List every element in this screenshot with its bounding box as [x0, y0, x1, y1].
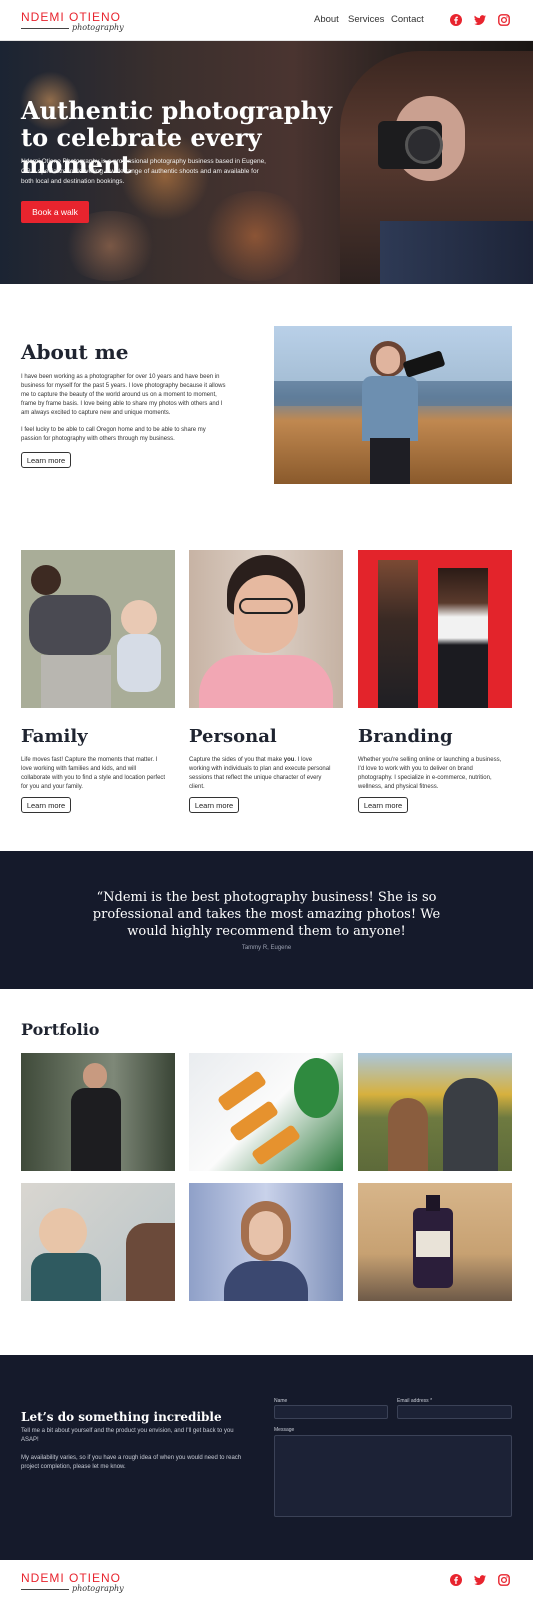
footer-logo-subtitle: photography: [72, 1584, 124, 1593]
nav-about[interactable]: About: [314, 14, 339, 25]
branding-photo-person-left: [378, 560, 418, 708]
portfolio-bottle: [250, 1124, 302, 1166]
twitter-icon[interactable]: [474, 14, 486, 26]
logo-subtitle: photography: [72, 23, 124, 32]
portfolio-title: Portfolio: [21, 1020, 100, 1039]
portfolio-bottle: [228, 1100, 280, 1142]
site-footer: NDEMI OTIENO photography: [0, 1560, 533, 1600]
testimonial-section: “Ndemi is the best photography business!…: [0, 851, 533, 989]
portfolio-photo-woman-face: [249, 1211, 283, 1255]
family-photo-baby: [121, 600, 157, 636]
portfolio-photo-parent: [126, 1223, 175, 1301]
contact-title: Let’s do something incredible: [21, 1410, 222, 1424]
personal-learn-more-button[interactable]: Learn more: [189, 797, 239, 813]
about-title: About me: [21, 340, 129, 364]
facebook-icon[interactable]: [450, 1574, 462, 1586]
name-label: Name: [274, 1398, 288, 1404]
service-text-personal: Capture the sides of you that make you. …: [189, 756, 334, 792]
footer-logo-underline: [21, 1589, 69, 1590]
portfolio-photo-baby[interactable]: [21, 1183, 175, 1301]
portfolio-photo-forest-jacket: [71, 1088, 121, 1171]
branding-photo: [358, 550, 512, 708]
testimonial-author: Tammy R, Eugene: [241, 945, 292, 951]
hero-description: Ndemi Otieno Photography is a profession…: [21, 158, 266, 185]
logo-underline: [21, 28, 69, 29]
message-field[interactable]: [274, 1435, 512, 1517]
portfolio-leaves: [294, 1058, 339, 1118]
about-photo-jeans: [370, 438, 410, 484]
branding-learn-more-button[interactable]: Learn more: [358, 797, 408, 813]
camera-icon: [402, 350, 446, 378]
footer-logo-name[interactable]: NDEMI OTIENO: [21, 1571, 121, 1585]
logo-name[interactable]: NDEMI OTIENO: [21, 10, 121, 24]
about-photo-jacket: [362, 376, 418, 441]
portfolio-photo-forest-face: [83, 1063, 107, 1089]
email-label: Email address *: [397, 1398, 433, 1404]
about-paragraph-1: I have been working as a photographer fo…: [21, 374, 226, 416]
about-learn-more-button[interactable]: Learn more: [21, 452, 71, 468]
portfolio-photo-woman[interactable]: [189, 1183, 343, 1301]
portfolio-photo-baby-shirt: [31, 1253, 101, 1301]
contact-text-1: Tell me a bit about yourself and the pro…: [21, 1428, 234, 1443]
email-field[interactable]: [397, 1405, 512, 1419]
portfolio-photo-bottle-cap: [426, 1195, 440, 1211]
portfolio-photo-child: [388, 1098, 428, 1171]
portfolio-bottle: [216, 1070, 268, 1112]
service-text-family: Life moves fast! Capture the moments tha…: [21, 757, 166, 790]
service-title-branding: Branding: [358, 726, 453, 747]
portfolio-photo-baby-face: [39, 1208, 87, 1256]
personal-photo: [189, 550, 343, 708]
family-photo-head: [31, 565, 61, 595]
twitter-icon[interactable]: [474, 1574, 486, 1586]
portfolio-photo-bottle-label: [416, 1231, 450, 1257]
nav-contact[interactable]: Contact: [391, 14, 424, 25]
about-photo: [274, 326, 512, 484]
family-learn-more-button[interactable]: Learn more: [21, 797, 71, 813]
message-label: Message: [274, 1427, 295, 1433]
portfolio-photo-bottles[interactable]: [189, 1053, 343, 1171]
hero-section: Authentic photography to celebrate every…: [0, 41, 533, 284]
facebook-icon[interactable]: [450, 14, 462, 26]
family-photo-sweater: [29, 595, 111, 655]
personal-photo-jacket: [199, 655, 333, 708]
service-text-personal-bold: you: [283, 757, 295, 763]
hero-title-line1: Authentic photography: [21, 96, 332, 125]
name-field[interactable]: [274, 1405, 388, 1419]
portfolio-photo-adult: [443, 1078, 498, 1171]
about-paragraph-2: I feel lucky to be able to call Oregon h…: [21, 427, 206, 442]
family-photo-pants: [41, 655, 111, 708]
site-header: NDEMI OTIENO photography About Services …: [0, 0, 533, 41]
instagram-icon[interactable]: [498, 14, 510, 26]
personal-photo-face: [234, 575, 298, 653]
portfolio-photo-sunflowers[interactable]: [358, 1053, 512, 1171]
portfolio-photo-forest[interactable]: [21, 1053, 175, 1171]
family-photo-baby-clothes: [117, 634, 161, 692]
service-text-branding: Whether you're selling online or launchi…: [358, 757, 502, 790]
book-walk-button[interactable]: Book a walk: [21, 201, 89, 223]
contact-section: Let’s do something incredible Tell me a …: [0, 1355, 533, 1560]
portfolio-photo-bottle[interactable]: [358, 1183, 512, 1301]
instagram-icon[interactable]: [498, 1574, 510, 1586]
glasses-icon: [239, 598, 293, 614]
contact-text-2: My availability varies, so if you have a…: [21, 1455, 242, 1470]
camera-lens: [405, 126, 443, 164]
nav-services[interactable]: Services: [348, 14, 384, 25]
hero-photographer-shirt: [380, 221, 533, 284]
branding-photo-person-right: [438, 568, 488, 708]
service-title-family: Family: [21, 726, 88, 747]
testimonial-quote: “Ndemi is the best photography business!…: [92, 890, 441, 939]
hero-bokeh-light: [200, 191, 310, 281]
portfolio-photo-woman-sweater: [224, 1261, 308, 1301]
family-photo: [21, 550, 175, 708]
service-title-personal: Personal: [189, 726, 277, 747]
about-photo-face: [376, 346, 400, 374]
service-text-personal-part1: Capture the sides of you that make: [189, 757, 284, 763]
